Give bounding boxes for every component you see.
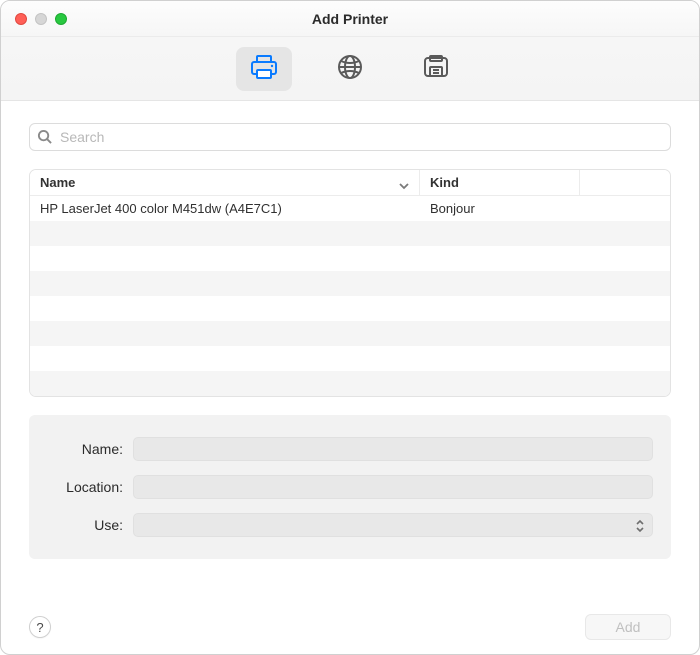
- table-row: [30, 371, 670, 396]
- toolbar: [1, 37, 699, 101]
- default-printer-tab[interactable]: [236, 47, 292, 91]
- printer-table: Name Kind HP LaserJet 400 color M451dw (…: [29, 169, 671, 397]
- add-printer-window: Add Printer: [0, 0, 700, 655]
- printer-icon: [249, 53, 279, 84]
- table-body: HP LaserJet 400 color M451dw (A4E7C1) Bo…: [30, 196, 670, 396]
- location-field[interactable]: [133, 475, 653, 499]
- table-row: [30, 346, 670, 371]
- close-icon[interactable]: [15, 13, 27, 25]
- help-button[interactable]: ?: [29, 616, 51, 638]
- column-header-name[interactable]: Name: [30, 170, 420, 195]
- window-controls: [15, 13, 67, 25]
- form-row-location: Location:: [47, 475, 653, 499]
- titlebar: Add Printer: [1, 1, 699, 37]
- location-label: Location:: [47, 479, 133, 495]
- form-row-use: Use:: [47, 513, 653, 537]
- table-row: [30, 246, 670, 271]
- ip-printer-tab[interactable]: [322, 47, 378, 91]
- table-header: Name Kind: [30, 170, 670, 196]
- form-row-name: Name:: [47, 437, 653, 461]
- search-field-container: [29, 123, 671, 151]
- table-row: [30, 221, 670, 246]
- up-down-icon: [632, 517, 648, 535]
- window-title: Add Printer: [1, 11, 699, 27]
- add-button-label: Add: [616, 619, 641, 635]
- name-field[interactable]: [133, 437, 653, 461]
- column-header-kind-label: Kind: [430, 175, 459, 190]
- use-label: Use:: [47, 517, 133, 533]
- column-header-name-label: Name: [40, 175, 75, 190]
- printer-advanced-icon: [421, 53, 451, 84]
- table-row: [30, 271, 670, 296]
- table-row[interactable]: HP LaserJet 400 color M451dw (A4E7C1) Bo…: [30, 196, 670, 221]
- content-area: Name Kind HP LaserJet 400 color M451dw (…: [1, 101, 699, 600]
- column-header-kind[interactable]: Kind: [420, 170, 580, 195]
- minimize-icon: [35, 13, 47, 25]
- chevron-down-icon: [399, 178, 409, 193]
- search-icon: [37, 129, 52, 147]
- use-select[interactable]: [133, 513, 653, 537]
- table-row: [30, 296, 670, 321]
- table-row: [30, 321, 670, 346]
- column-header-spacer: [580, 170, 670, 195]
- advanced-printer-tab[interactable]: [408, 47, 464, 91]
- zoom-icon[interactable]: [55, 13, 67, 25]
- search-input[interactable]: [29, 123, 671, 151]
- name-label: Name:: [47, 441, 133, 457]
- printer-detail-form: Name: Location: Use:: [29, 415, 671, 559]
- cell-name: HP LaserJet 400 color M451dw (A4E7C1): [30, 201, 420, 216]
- cell-kind: Bonjour: [420, 201, 580, 216]
- globe-icon: [336, 53, 364, 84]
- footer: ? Add: [1, 600, 699, 654]
- add-button[interactable]: Add: [585, 614, 671, 640]
- help-icon: ?: [36, 620, 43, 635]
